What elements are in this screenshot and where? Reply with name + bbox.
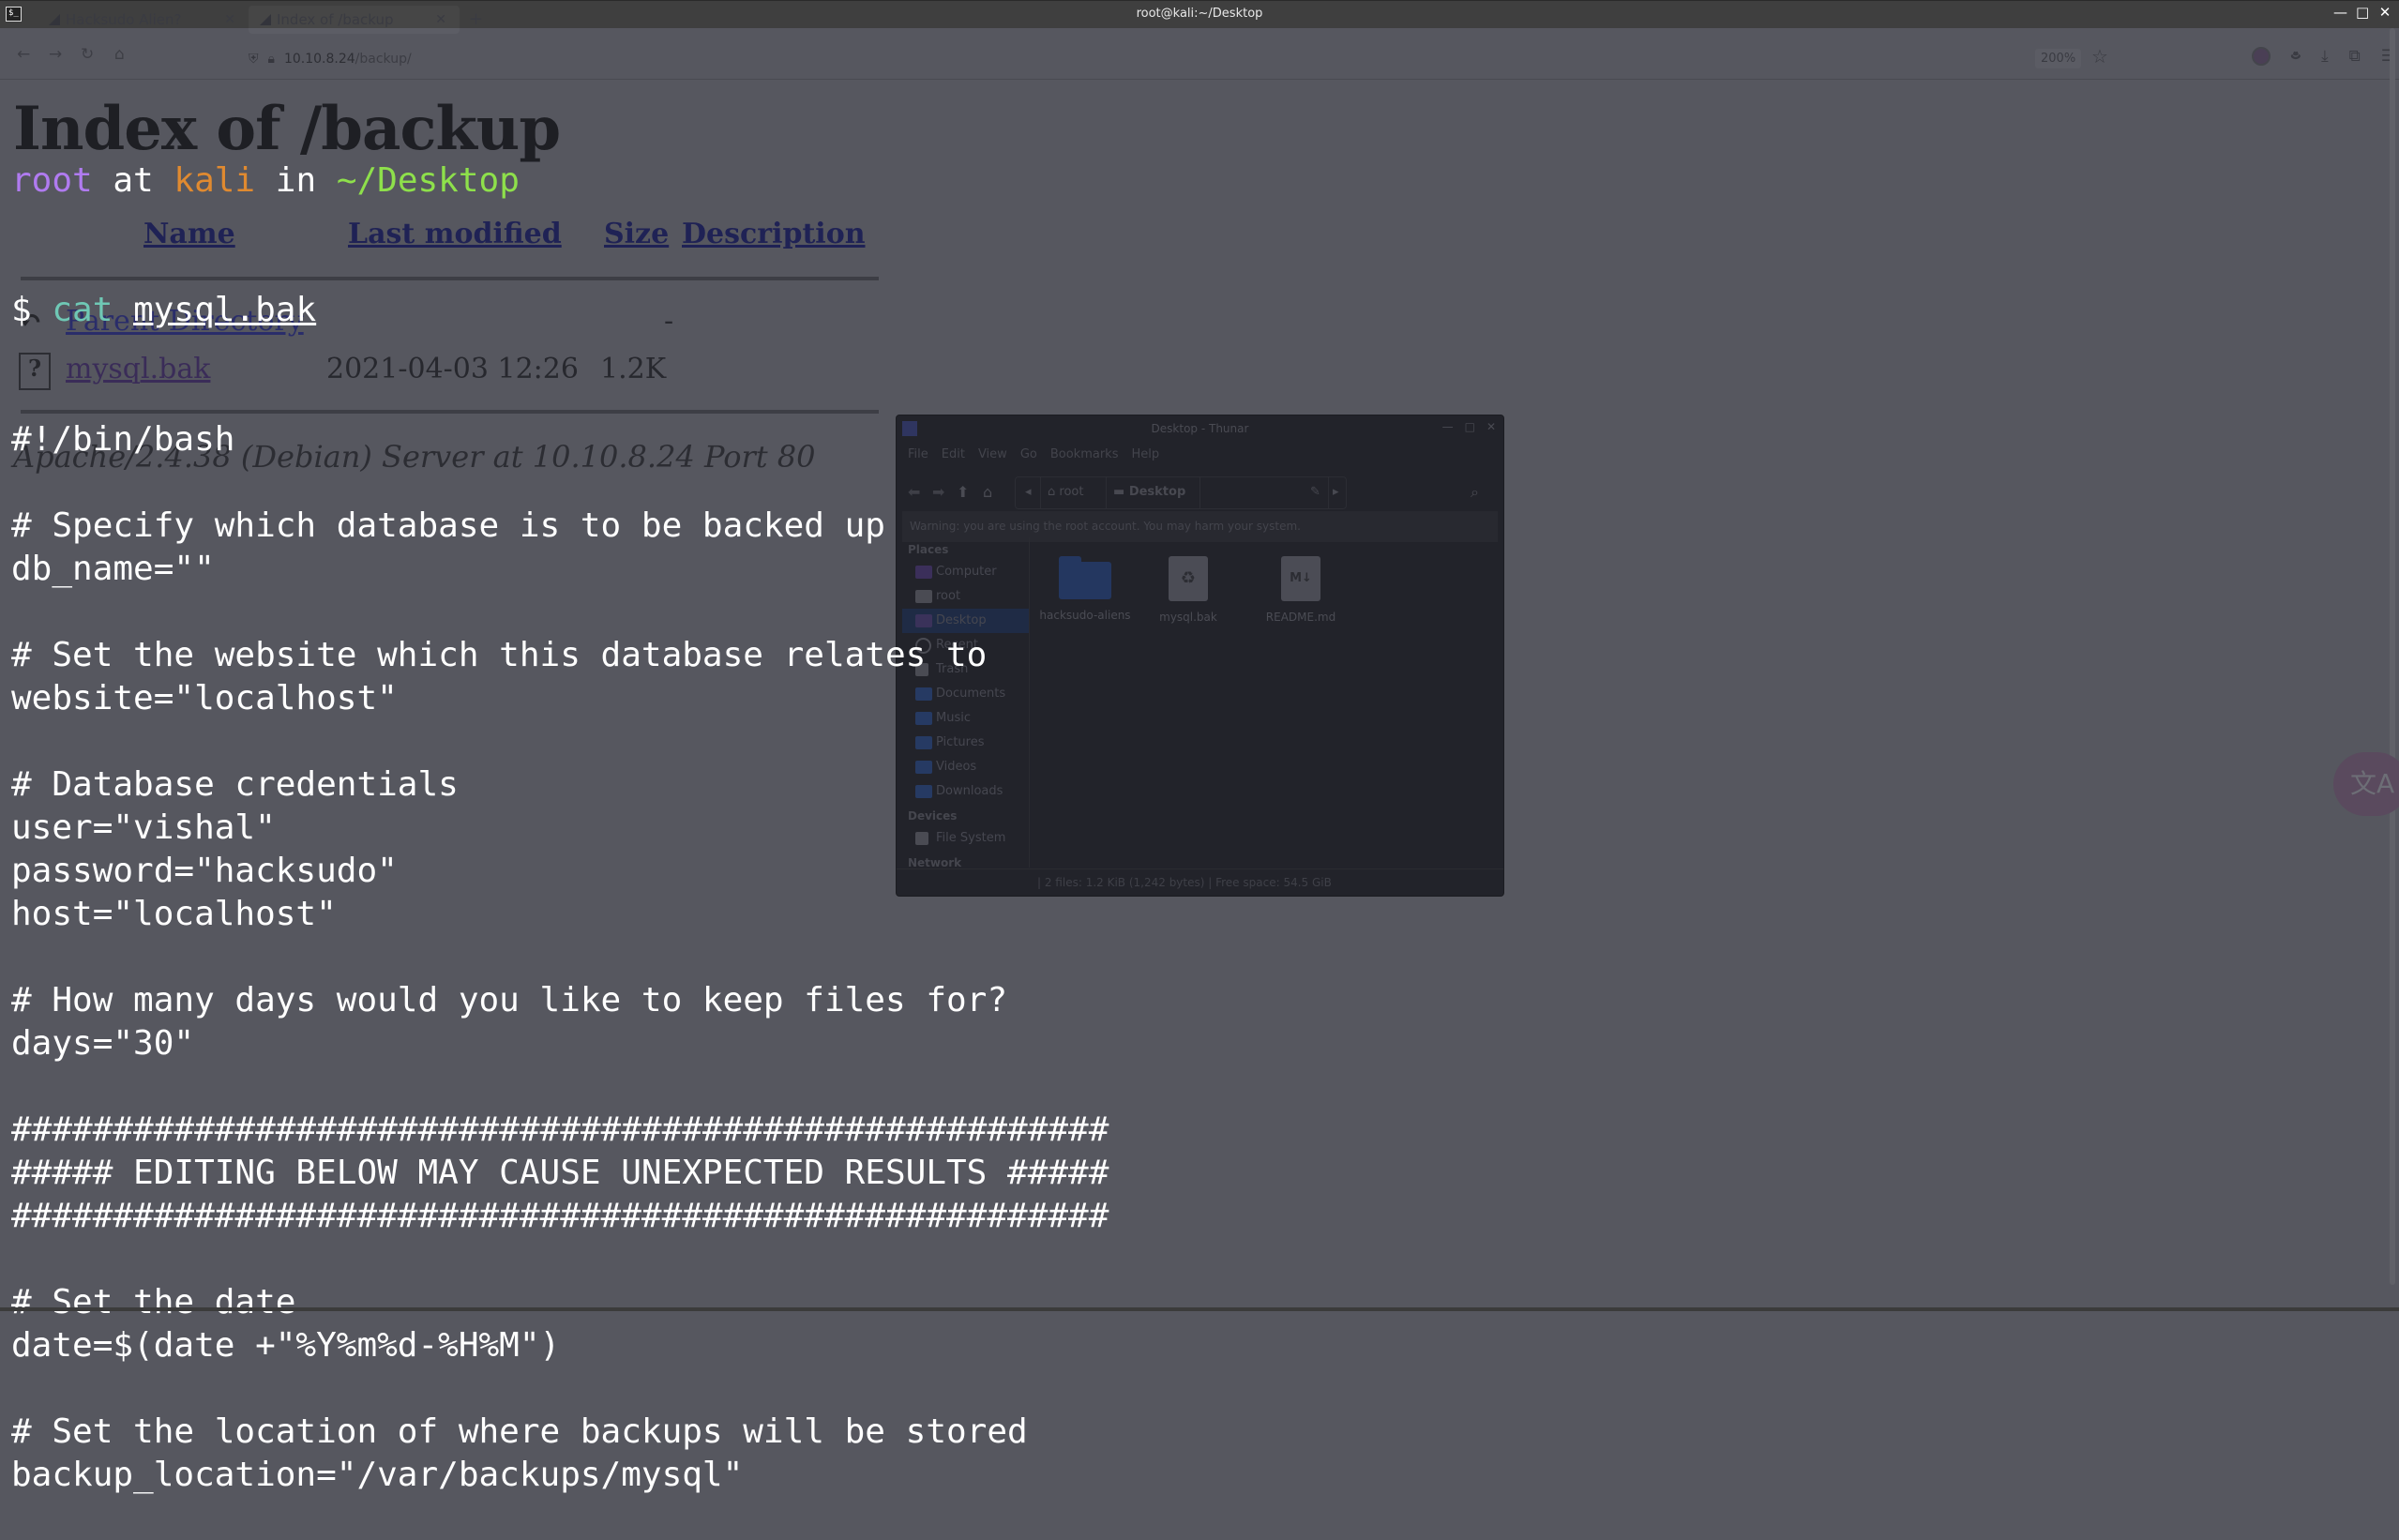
prompt-user: root xyxy=(11,161,93,200)
terminal-line: # How many days would you like to keep f… xyxy=(11,981,1008,1019)
terminal-line: # Set the website which this database re… xyxy=(11,636,988,674)
window-bottom-border xyxy=(0,1307,2399,1311)
minimize-button[interactable]: — xyxy=(2333,4,2347,21)
file-item-readme-md[interactable]: M↓ README.md xyxy=(1249,556,1352,624)
terminal-line: # Set the date xyxy=(11,1283,296,1321)
file-item-mysql-bak[interactable]: ♻ mysql.bak xyxy=(1137,556,1240,624)
terminal-line: ########################################… xyxy=(11,1197,1109,1235)
zoom-level-button[interactable]: 200% xyxy=(2035,49,2081,68)
command-line: $ cat mysql.bak xyxy=(11,291,317,329)
favicon-icon xyxy=(49,14,60,25)
menu-help[interactable]: Help xyxy=(1131,447,1159,468)
terminal-line: date=$(date +"%Y%m%d-%H%M") xyxy=(11,1326,561,1365)
terminal-line: ##### EDITING BELOW MAY CAUSE UNEXPECTED… xyxy=(11,1154,1109,1192)
path-scroll-right-icon[interactable]: ▸ xyxy=(1333,485,1339,499)
url-path: /backup/ xyxy=(355,52,412,67)
close-tab-icon[interactable]: ✕ xyxy=(224,12,235,27)
maximize-button[interactable]: □ xyxy=(2356,4,2369,21)
close-tab-icon[interactable]: ✕ xyxy=(435,12,446,27)
thunar-minimize-button[interactable]: — xyxy=(1442,420,1454,433)
terminal-line: db_name="" xyxy=(11,550,215,588)
extensions-icon[interactable]: ⧉ xyxy=(2349,47,2361,68)
terminal-line: # Database credentials xyxy=(11,765,459,804)
browser-tab-strip: Hacksudo Alien? ✕ Index of /backup ✕ + xyxy=(38,6,492,38)
forward-button[interactable]: → xyxy=(49,45,62,64)
markdown-file-icon: M↓ xyxy=(1281,556,1320,601)
terminal-line: password="hacksudo" xyxy=(11,852,398,890)
url-host: 10.10.8.24 xyxy=(283,52,355,67)
favicon-icon xyxy=(260,14,271,25)
command-name: cat xyxy=(52,291,113,329)
tab-index-of-backup[interactable]: Index of /backup ✕ xyxy=(249,6,460,34)
tab-label: Hacksudo Alien? xyxy=(66,11,182,28)
terminal-line: #!/bin/bash xyxy=(11,420,235,459)
browser-toolbar-icons: 🎩︎ ⤓ ⧉ ☰ xyxy=(2251,47,2395,68)
terminal-line: host="localhost" xyxy=(11,895,337,933)
thunar-maximize-button[interactable]: □ xyxy=(1465,420,1475,433)
url-bar[interactable]: ⛨ 🔒︎ 10.10.8.24/backup/ xyxy=(249,45,412,73)
downloads-icon[interactable]: ⤓ xyxy=(2321,47,2329,68)
lock-icon: 🔒︎ xyxy=(267,52,275,67)
search-icon[interactable]: ⌕ xyxy=(1471,483,1479,502)
prompt-host: kali xyxy=(174,161,256,200)
backup-file-icon: ♻ xyxy=(1169,556,1208,601)
terminal-line: user="vishal" xyxy=(11,808,276,847)
reload-button[interactable]: ↻ xyxy=(81,45,94,64)
shield-icon: ⛨ xyxy=(249,52,259,67)
close-button[interactable]: ✕ xyxy=(2378,4,2391,21)
terminal-output[interactable]: root at kali in ~/Desktop $ cat mysql.ba… xyxy=(11,73,1109,1540)
account-icon[interactable] xyxy=(2251,47,2271,66)
tab-label: Index of /backup xyxy=(277,11,394,28)
terminal-line: backup_location="/var/backups/mysql" xyxy=(11,1456,744,1494)
terminal-line: # Specify which database is to be backed… xyxy=(11,506,885,545)
thunar-close-button[interactable]: ✕ xyxy=(1486,420,1496,433)
new-tab-button[interactable]: + xyxy=(460,6,492,38)
page-scrollbar[interactable] xyxy=(2390,28,2395,1285)
command-arg: mysql.bak xyxy=(133,291,317,329)
prompt-path: ~/Desktop xyxy=(336,161,520,200)
hat-extension-icon[interactable]: 🎩︎ xyxy=(2291,47,2301,68)
terminal-line: website="localhost" xyxy=(11,679,398,717)
back-button[interactable]: ← xyxy=(17,45,30,64)
bookmark-star-icon[interactable]: ☆ xyxy=(2091,45,2108,68)
terminal-line: ########################################… xyxy=(11,1110,1109,1149)
prompt-line: root at kali in ~/Desktop xyxy=(11,161,520,200)
terminal-line: days="30" xyxy=(11,1024,195,1063)
path-segment-desktop[interactable]: ▬ Desktop xyxy=(1113,485,1185,499)
translate-icon[interactable]: 文A xyxy=(2333,752,2399,816)
home-button[interactable]: ⌂ xyxy=(114,45,125,64)
edit-path-icon[interactable]: ✎ xyxy=(1310,485,1320,499)
tab-hacksudo-alien[interactable]: Hacksudo Alien? ✕ xyxy=(38,6,249,34)
terminal-line: # Set the location of where backups will… xyxy=(11,1412,1028,1451)
